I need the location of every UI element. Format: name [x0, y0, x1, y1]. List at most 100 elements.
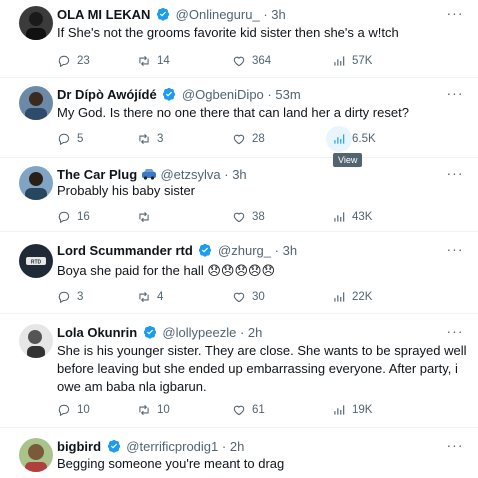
- repost-icon: [139, 55, 149, 67]
- disappointed-face-emojis: 😞😞😞😞😞: [207, 263, 276, 278]
- timestamp[interactable]: 3h: [232, 167, 246, 182]
- car-icon: [141, 169, 156, 180]
- author-name[interactable]: Lola Okunrin: [57, 325, 137, 340]
- tweet-text: Boya she paid for the hall 😞😞😞😞😞: [57, 262, 467, 280]
- repost-button[interactable]: [137, 208, 151, 226]
- views-button[interactable]: 19K: [332, 401, 372, 419]
- heart-icon: [233, 292, 245, 303]
- more-options-icon[interactable]: ···: [446, 242, 464, 260]
- verified-badge-icon: [107, 439, 120, 453]
- views-button[interactable]: 57K: [332, 52, 372, 70]
- views-chart-icon: [334, 56, 345, 66]
- tweet-header: Lord Scummander rtd @zhurg_ · 3h: [57, 243, 298, 258]
- reply-button[interactable]: 23: [57, 52, 90, 70]
- more-options-icon[interactable]: ···: [446, 6, 464, 24]
- author-handle[interactable]: @terrificprodig1: [126, 439, 218, 454]
- author-name[interactable]: bigbird: [57, 439, 101, 454]
- svg-text:RTD: RTD: [31, 260, 42, 266]
- author-name[interactable]: The Car Plug: [57, 167, 137, 182]
- avatar[interactable]: [19, 438, 53, 472]
- reply-count: 10: [77, 404, 90, 416]
- tweet[interactable]: Lola Okunrin @lollypeezle · 2h ··· She i…: [0, 314, 478, 428]
- like-count: 38: [252, 211, 265, 223]
- tweet[interactable]: Dr Dípò Awójídé @OgbeniDipo · 53m ··· My…: [0, 78, 478, 167]
- repost-button[interactable]: 14: [137, 52, 170, 70]
- timestamp[interactable]: 53m: [275, 87, 300, 102]
- verified-badge-icon: [199, 243, 212, 257]
- tweet[interactable]: bigbird @terrificprodig1 · 2h ··· Beggin…: [0, 428, 478, 478]
- author-handle[interactable]: @lollypeezle: [162, 325, 236, 340]
- more-options-icon[interactable]: ···: [446, 438, 464, 456]
- heart-icon: [233, 212, 245, 223]
- reply-count: 23: [77, 55, 90, 67]
- reply-count: 3: [77, 291, 84, 303]
- tweet-actions: 3 4 30 22K: [57, 288, 467, 306]
- repost-count: 10: [157, 404, 170, 416]
- views-chart-icon: [334, 134, 345, 144]
- repost-button[interactable]: 3: [137, 130, 163, 148]
- heart-icon: [233, 405, 245, 416]
- tweet-text: She is his younger sister. They are clos…: [57, 343, 467, 394]
- tweet-text: Probably his baby sister: [57, 183, 196, 198]
- heart-icon: [233, 134, 245, 145]
- author-handle[interactable]: @Onlineguru_: [176, 7, 260, 22]
- author-handle[interactable]: @OgbeniDipo: [182, 87, 264, 102]
- views-button[interactable]: 22K: [332, 288, 372, 306]
- view-count: 6.5K: [352, 133, 376, 145]
- avatar[interactable]: [19, 6, 53, 40]
- tweet-text-body: Boya she paid for the hall: [57, 263, 204, 278]
- like-button[interactable]: 30: [232, 288, 265, 306]
- avatar[interactable]: RTD: [19, 244, 53, 278]
- like-button[interactable]: 38: [232, 208, 265, 226]
- avatar[interactable]: [19, 324, 53, 358]
- author-name[interactable]: Lord Scummander rtd: [57, 243, 193, 258]
- like-count: 61: [252, 404, 265, 416]
- reply-button[interactable]: 10: [57, 401, 90, 419]
- repost-count: 4: [157, 291, 164, 303]
- tweet-actions: 16 38 43K: [57, 208, 467, 226]
- tweet-header: Dr Dípò Awójídé @OgbeniDipo · 53m: [57, 87, 301, 102]
- more-options-icon[interactable]: ···: [446, 86, 464, 104]
- view-count: 43K: [352, 211, 373, 223]
- tweet-actions: 10 10 61 19K: [57, 401, 467, 419]
- like-count: 28: [252, 133, 265, 145]
- repost-icon: [139, 291, 149, 303]
- reply-button[interactable]: 5: [57, 130, 83, 148]
- repost-button[interactable]: 4: [137, 288, 163, 306]
- like-button[interactable]: 364: [232, 52, 271, 70]
- verified-badge-icon: [163, 87, 176, 101]
- repost-icon: [139, 211, 149, 223]
- author-name[interactable]: Dr Dípò Awójídé: [57, 87, 157, 102]
- like-button[interactable]: 28: [232, 130, 265, 148]
- tweet-header: OLA MI LEKAN @Onlineguru_ · 3h: [57, 7, 286, 22]
- repost-count: 14: [157, 55, 170, 67]
- author-handle[interactable]: @zhurg_: [218, 243, 271, 258]
- avatar[interactable]: [19, 86, 53, 120]
- more-options-icon[interactable]: ···: [446, 324, 464, 342]
- tweet-text: My God. Is there no one there that can l…: [57, 105, 409, 120]
- like-button[interactable]: 61: [232, 401, 265, 419]
- avatar[interactable]: [19, 166, 53, 200]
- timestamp[interactable]: 3h: [283, 243, 297, 258]
- tweet[interactable]: The Car Plug @etzsylva · 3h ··· Probably…: [0, 158, 478, 232]
- reply-icon: [58, 55, 70, 68]
- reply-icon: [58, 133, 70, 146]
- tweet[interactable]: OLA MI LEKAN @Onlineguru_ · 3h ··· If Sh…: [0, 0, 478, 78]
- views-button[interactable]: 43K: [332, 208, 372, 226]
- views-button[interactable]: 6.5K: [332, 130, 376, 148]
- repost-button[interactable]: 10: [137, 401, 170, 419]
- author-handle[interactable]: @etzsylva: [160, 167, 220, 182]
- view-count: 57K: [352, 55, 373, 67]
- timestamp[interactable]: 2h: [248, 325, 262, 340]
- tweet-actions: 5 3 28 6.5K: [57, 126, 467, 152]
- heart-icon: [233, 56, 245, 67]
- reply-button[interactable]: 3: [57, 288, 83, 306]
- like-count: 30: [252, 291, 265, 303]
- tweet[interactable]: RTD Lord Scummander rtd @zhurg_ · 3h ···…: [0, 232, 478, 314]
- timestamp[interactable]: 2h: [230, 439, 244, 454]
- reply-button[interactable]: 16: [57, 208, 90, 226]
- author-name[interactable]: OLA MI LEKAN: [57, 7, 150, 22]
- reply-icon: [58, 211, 70, 224]
- timestamp[interactable]: 3h: [271, 7, 285, 22]
- repost-count: 3: [157, 133, 164, 145]
